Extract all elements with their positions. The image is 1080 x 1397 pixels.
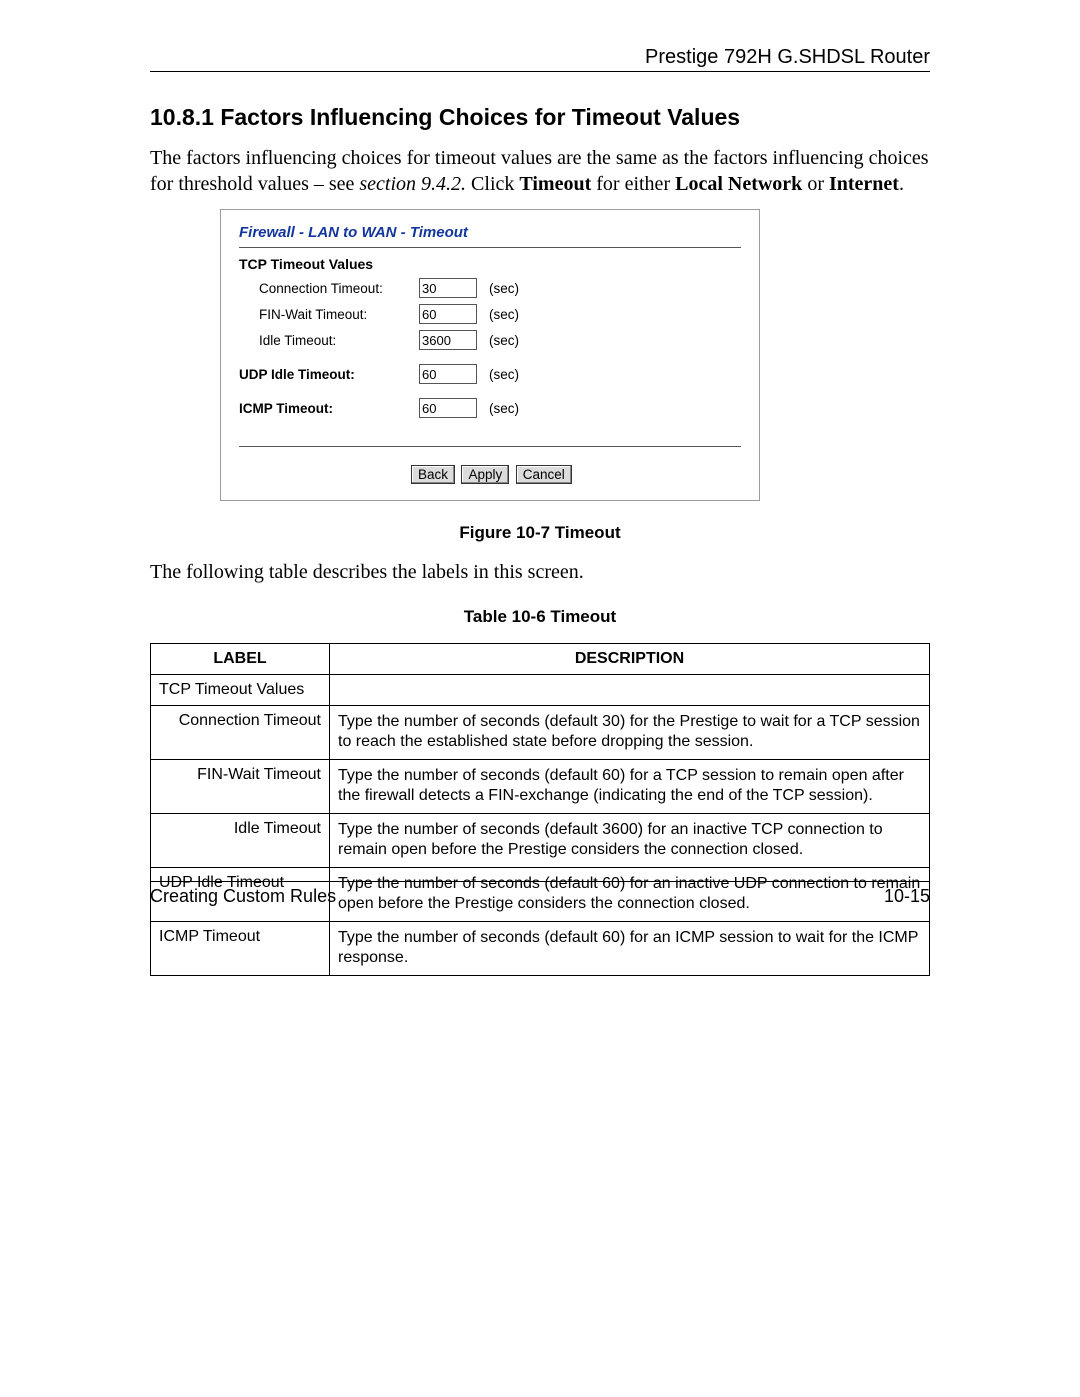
footer-right: 10-15: [884, 886, 930, 907]
apply-button[interactable]: Apply: [461, 465, 509, 484]
udp-idle-row: UDP Idle Timeout: (sec): [239, 364, 741, 384]
intro-period: .: [899, 173, 904, 195]
intro-text-2: Click: [466, 173, 519, 195]
table-head-row: LABEL DESCRIPTION: [151, 644, 930, 675]
table-desc-cell: Type the number of seconds (default 60) …: [330, 759, 930, 813]
table-label-cell: TCP Timeout Values: [151, 675, 330, 706]
table-row: Idle TimeoutType the number of seconds (…: [151, 813, 930, 867]
tcp-timeout-heading: TCP Timeout Values: [239, 256, 741, 272]
intro-internet: Internet: [829, 173, 899, 195]
page: Prestige 792H G.SHDSL Router 10.8.1 Fact…: [0, 0, 1080, 1397]
section-number: 10.8.1: [150, 104, 214, 130]
table-caption: Table 10-6 Timeout: [150, 607, 930, 627]
icmp-timeout-unit: (sec): [489, 401, 519, 416]
idle-timeout-unit: (sec): [489, 333, 519, 348]
table-desc-cell: Type the number of seconds (default 3600…: [330, 813, 930, 867]
table-label-cell: Idle Timeout: [151, 813, 330, 867]
table-row: FIN-Wait TimeoutType the number of secon…: [151, 759, 930, 813]
table-label-cell: FIN-Wait Timeout: [151, 759, 330, 813]
table-desc-cell: Type the number of seconds (default 60) …: [330, 921, 930, 975]
back-button[interactable]: Back: [411, 465, 455, 484]
table-desc-cell: Type the number of seconds (default 30) …: [330, 706, 930, 760]
finwait-timeout-unit: (sec): [489, 307, 519, 322]
finwait-timeout-label: FIN-Wait Timeout:: [239, 307, 419, 322]
figure-caption: Figure 10-7 Timeout: [150, 523, 930, 543]
intro-text-4: or: [802, 173, 829, 195]
finwait-timeout-row: FIN-Wait Timeout: (sec): [239, 304, 741, 324]
connection-timeout-label: Connection Timeout:: [239, 281, 419, 296]
intro-text-3: for either: [591, 173, 675, 195]
following-text: The following table describes the labels…: [150, 559, 930, 585]
page-footer: Creating Custom Rules 10-15: [150, 881, 930, 907]
icmp-timeout-heading: ICMP Timeout:: [239, 401, 419, 416]
connection-timeout-row: Connection Timeout: (sec): [239, 278, 741, 298]
connection-timeout-input[interactable]: [419, 278, 477, 298]
panel-title: Firewall - LAN to WAN - Timeout: [239, 224, 741, 241]
intro-paragraph: The factors influencing choices for time…: [150, 145, 930, 197]
finwait-timeout-input[interactable]: [419, 304, 477, 324]
icmp-timeout-row: ICMP Timeout: (sec): [239, 398, 741, 418]
panel-button-row: Back Apply Cancel: [239, 446, 741, 484]
icmp-timeout-input[interactable]: [419, 398, 477, 418]
panel-title-rule: [239, 247, 741, 248]
footer-left: Creating Custom Rules: [150, 886, 336, 907]
table-row: Connection TimeoutType the number of sec…: [151, 706, 930, 760]
table-label-cell: Connection Timeout: [151, 706, 330, 760]
header-product: Prestige 792H G.SHDSL Router: [150, 46, 930, 69]
footer-rule: [150, 881, 930, 882]
cancel-button[interactable]: Cancel: [516, 465, 572, 484]
idle-timeout-label: Idle Timeout:: [239, 333, 419, 348]
table-head-label: LABEL: [151, 644, 330, 675]
firewall-timeout-panel: Firewall - LAN to WAN - Timeout TCP Time…: [220, 209, 760, 501]
intro-timeout: Timeout: [519, 173, 591, 195]
intro-ref: section 9.4.2.: [359, 173, 466, 195]
section-heading: 10.8.1 Factors Influencing Choices for T…: [150, 104, 930, 131]
udp-idle-unit: (sec): [489, 367, 519, 382]
idle-timeout-input[interactable]: [419, 330, 477, 350]
idle-timeout-row: Idle Timeout: (sec): [239, 330, 741, 350]
header-rule: [150, 71, 930, 72]
udp-idle-input[interactable]: [419, 364, 477, 384]
connection-timeout-unit: (sec): [489, 281, 519, 296]
udp-idle-heading: UDP Idle Timeout:: [239, 367, 419, 382]
timeout-description-table: LABEL DESCRIPTION TCP Timeout ValuesConn…: [150, 643, 930, 976]
table-row: TCP Timeout Values: [151, 675, 930, 706]
table-label-cell: ICMP Timeout: [151, 921, 330, 975]
table-head-desc: DESCRIPTION: [330, 644, 930, 675]
section-title-text: Factors Influencing Choices for Timeout …: [220, 104, 740, 130]
table-row: ICMP TimeoutType the number of seconds (…: [151, 921, 930, 975]
intro-localnetwork: Local Network: [675, 173, 802, 195]
table-desc-cell: [330, 675, 930, 706]
